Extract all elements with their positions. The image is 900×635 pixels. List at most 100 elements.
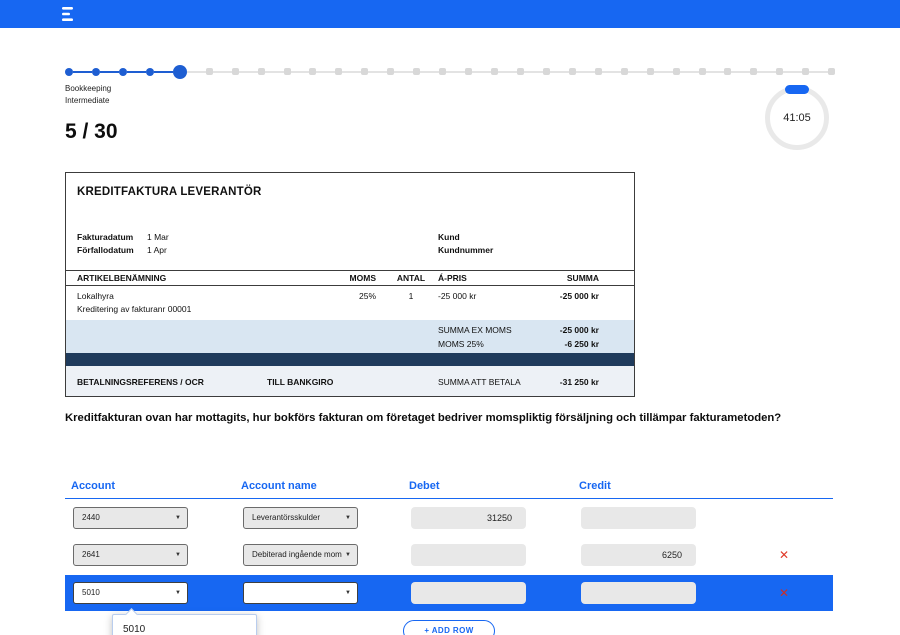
progress-category-label: Bookkeeping [65,84,111,93]
account-name-select-value: Leverantörsskulder [252,513,320,522]
progress-marker [724,68,731,75]
progress-connector [602,71,621,73]
account-select-value: 5010 [82,588,100,597]
chevron-down-icon: ▼ [345,508,351,529]
progress-connector [706,71,725,73]
invoice-title: KREDITFAKTURA LEVERANTÖR [77,186,262,198]
progress-marker [465,68,472,75]
progress-connector [757,71,776,73]
progress-connector [127,71,146,73]
progress-connector [73,71,92,73]
remove-row-button[interactable]: ✕ [775,547,793,563]
question-counter: 5 / 30 [65,120,118,144]
account-select[interactable]: 2641 ▼ [73,544,188,566]
account-name-select[interactable]: Leverantörsskulder ▼ [243,507,358,529]
account-option[interactable]: 5010 [113,615,256,635]
progress-level-label: Intermediate [65,96,109,105]
debet-input[interactable] [411,544,526,566]
account-select-value: 2440 [82,513,100,522]
account-select[interactable]: 5010 ▼ [73,582,188,604]
app-logo-icon [62,6,76,22]
progress-marker [621,68,628,75]
progress-marker [750,68,757,75]
progress-marker [92,68,100,76]
summary-moms-value: -6 250 kr [469,339,599,349]
account-name-select[interactable]: ▼ [243,582,358,604]
summary-exmoms-value: -25 000 kr [469,325,599,335]
invoice-line-item: Lokalhyra Kreditering av fakturanr 00001… [66,286,634,320]
progress-connector [446,71,465,73]
progress-marker [439,68,446,75]
progress-connector [239,71,258,73]
answer-row-active: 5010 ▼ ▼ ✕ [65,575,833,611]
invoice-footer: BETALNINGSREFERENS / OCR TILL BANKGIRO S… [66,366,634,396]
account-name-select-value: Debiterad ingående mom [252,550,342,559]
progress-marker [543,68,550,75]
chevron-down-icon: ▼ [175,583,181,604]
answer-header-account-name: Account name [241,480,317,492]
answer-header-account: Account [71,480,115,492]
timer-value: 41:05 [783,112,811,124]
account-name-select[interactable]: Debiterad ingående mom ▼ [243,544,358,566]
account-dropdown-panel: 5010 [112,614,257,635]
answer-header-debet: Debet [409,480,440,492]
progress-marker [673,68,680,75]
account-select[interactable]: 2440 ▼ [73,507,188,529]
chevron-down-icon: ▼ [175,508,181,529]
progress-connector [154,71,173,73]
progress-marker [258,68,265,75]
progress-marker [309,68,316,75]
progress-connector [291,71,310,73]
col-header-moms: MOMS [336,273,376,283]
progress-connector [342,71,361,73]
progress-connector [498,71,517,73]
payment-ref-label: BETALNINGSREFERENS / OCR [77,377,204,387]
invoice-divider-bar [66,353,634,366]
progress-connector [628,71,647,73]
progress-connector [187,71,206,73]
progress-connector [576,71,595,73]
progress-connector [550,71,569,73]
due-date-value: 1 Apr [147,245,167,255]
progress-marker [206,68,213,75]
total-value: -31 250 kr [469,377,599,387]
progress-marker [284,68,291,75]
debet-input[interactable] [411,507,526,529]
invoice-date-value: 1 Mar [147,232,169,242]
item-moms: 25% [336,291,376,301]
invoice-date-label: Fakturadatum [77,232,133,242]
item-summa: -25 000 kr [469,291,599,301]
add-row-button[interactable]: + ADD ROW [403,620,495,635]
progress-track [65,64,835,79]
progress-connector [420,71,439,73]
remove-row-button[interactable]: ✕ [775,585,793,601]
credit-input[interactable] [581,544,696,566]
account-select-value: 2641 [82,550,100,559]
progress-connector [265,71,284,73]
progress-connector [472,71,491,73]
progress-marker [699,68,706,75]
answer-header-credit: Credit [579,480,611,492]
progress-marker [387,68,394,75]
chevron-down-icon: ▼ [345,583,351,604]
credit-input[interactable] [581,507,696,529]
progress-marker [232,68,239,75]
timer-ring: 41:05 [765,86,829,150]
page: Bookkeeping Intermediate 41:05 5 / 30 KR… [0,0,900,635]
debet-input[interactable] [411,582,526,604]
progress-connector [213,71,232,73]
customer-label: Kund [438,232,460,242]
progress-connector [654,71,673,73]
progress-marker [146,68,154,76]
progress-marker [802,68,809,75]
invoice-table-header: ARTIKELBENÄMNING MOMS ANTAL Á-PRIS SUMMA [66,270,634,286]
credit-input[interactable] [581,582,696,604]
progress-marker [361,68,368,75]
progress-marker [569,68,576,75]
progress-connector [368,71,387,73]
item-description: Kreditering av fakturanr 00001 [77,304,191,314]
col-header-summa: SUMMA [469,273,599,283]
chevron-down-icon: ▼ [345,545,351,566]
top-bar [0,0,900,28]
progress-marker [173,65,187,79]
